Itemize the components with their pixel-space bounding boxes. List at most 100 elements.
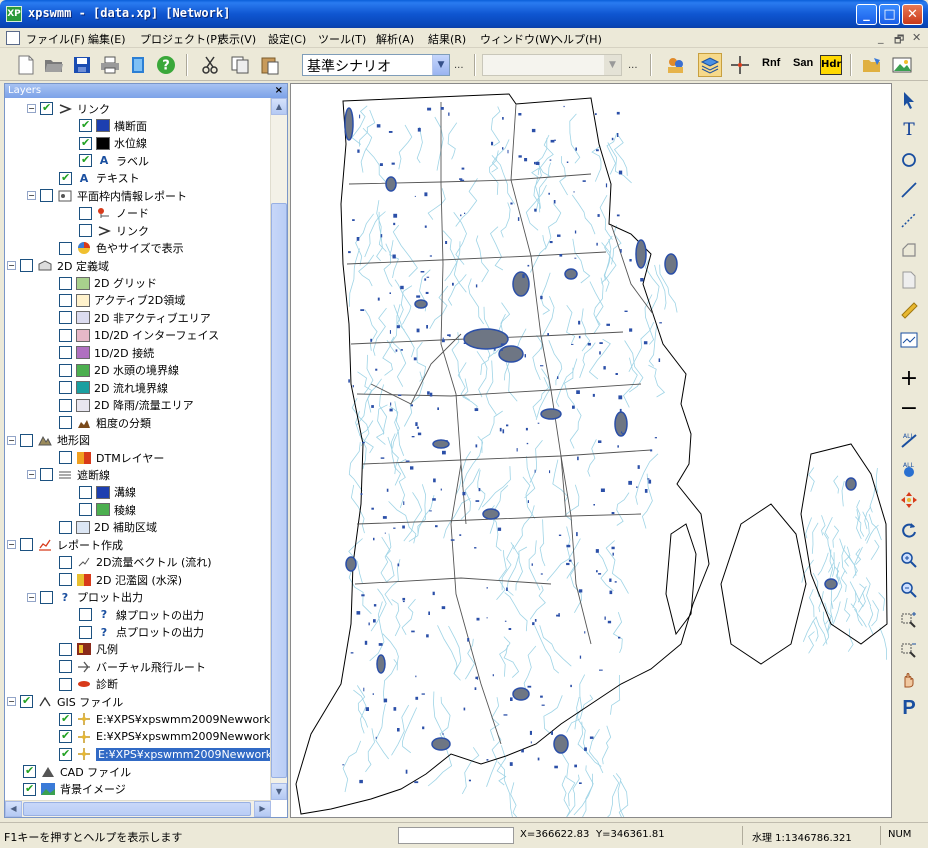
layer-checkbox[interactable]: [59, 293, 72, 307]
hdr-button[interactable]: Hdr: [820, 55, 842, 75]
document-icon[interactable]: [6, 31, 20, 45]
secondary-more-button[interactable]: ...: [628, 60, 638, 71]
layer-node[interactable]: アクティブ2D領域: [59, 292, 185, 309]
zoom-all-extent-icon[interactable]: ALL: [897, 459, 921, 481]
layer-checkbox[interactable]: [20, 259, 33, 273]
layer-checkbox[interactable]: [79, 153, 92, 168]
layers-panel-close-button[interactable]: ×: [275, 84, 283, 98]
layer-checkbox[interactable]: [23, 764, 36, 779]
tree-collapse-icon[interactable]: −: [27, 104, 36, 113]
layer-node[interactable]: CAD ファイル: [23, 763, 131, 780]
layer-checkbox[interactable]: [59, 747, 72, 761]
mdi-restore-button[interactable]: 🗗: [894, 31, 904, 50]
profile-icon[interactable]: [897, 329, 921, 351]
layer-checkbox[interactable]: [59, 573, 72, 587]
layer-checkbox[interactable]: [79, 608, 92, 622]
menu-help[interactable]: ヘルプ(H): [552, 31, 602, 47]
book-icon[interactable]: [126, 53, 150, 77]
layer-node[interactable]: 2D 氾濫図 (水深): [59, 571, 182, 588]
menu-view[interactable]: 表示(V): [218, 31, 256, 47]
save-icon[interactable]: [70, 53, 94, 77]
layer-checkbox[interactable]: [59, 660, 72, 674]
layer-node[interactable]: −? プロット出力: [27, 589, 143, 606]
layer-node[interactable]: − リンク: [27, 100, 110, 117]
layer-node[interactable]: 2D流量ベクトル (流れ): [59, 554, 212, 571]
layer-node[interactable]: リンク: [79, 222, 149, 239]
new-file-icon[interactable]: [14, 53, 38, 77]
layer-node[interactable]: E:¥XPS¥xpswmm2009Newwork¥14 -: [59, 746, 271, 763]
layer-node[interactable]: E:¥XPS¥xpswmm2009Newwork¥14 -: [59, 728, 271, 745]
chevron-down-icon[interactable]: ▼: [432, 55, 449, 75]
zoom-window-in-icon[interactable]: [897, 609, 921, 631]
layer-node[interactable]: − レポート作成: [7, 536, 123, 553]
mdi-minimize-button[interactable]: _: [878, 31, 884, 44]
scroll-down-icon[interactable]: ▼: [271, 783, 287, 800]
crosshair-icon[interactable]: [728, 53, 752, 77]
layer-node[interactable]: 水位線: [79, 135, 147, 152]
scroll-left-icon[interactable]: ◀: [5, 801, 22, 817]
layer-checkbox[interactable]: [59, 311, 72, 325]
layer-checkbox[interactable]: [20, 694, 33, 709]
layer-checkbox[interactable]: [79, 503, 92, 517]
layers-icon[interactable]: [698, 53, 722, 77]
zoom-in-icon[interactable]: [897, 549, 921, 571]
layer-checkbox[interactable]: [59, 642, 72, 656]
mdi-close-button[interactable]: ✕: [912, 31, 921, 44]
select-pointer-icon[interactable]: [897, 89, 921, 111]
refresh-icon[interactable]: [897, 519, 921, 541]
secondary-select[interactable]: ▼: [482, 54, 622, 76]
scroll-right-icon[interactable]: ▶: [254, 801, 271, 817]
layer-node[interactable]: ? 線プロットの出力: [79, 606, 204, 623]
layers-vertical-scrollbar[interactable]: ▲ ▼: [270, 98, 287, 800]
menu-window[interactable]: ウィンドウ(W): [480, 31, 554, 47]
layer-checkbox[interactable]: [59, 241, 72, 255]
network-map[interactable]: [291, 84, 892, 818]
menu-edit[interactable]: 編集(E): [88, 31, 126, 47]
layer-checkbox[interactable]: [59, 520, 72, 534]
menu-settings[interactable]: 設定(C): [268, 31, 306, 47]
print-icon[interactable]: [98, 53, 122, 77]
menu-project[interactable]: プロジェクト(P): [140, 31, 221, 47]
layer-checkbox[interactable]: [59, 729, 72, 744]
polyline-tool-icon[interactable]: [897, 209, 921, 231]
layer-node[interactable]: − 遮断線: [27, 466, 110, 483]
pan-tool-icon[interactable]: P: [897, 697, 921, 719]
layer-node[interactable]: 2D 水頭の境界線: [59, 362, 179, 379]
tree-collapse-icon[interactable]: −: [27, 592, 36, 602]
layer-node[interactable]: 2D 補助区域: [59, 519, 157, 536]
restore-button[interactable]: □: [879, 4, 900, 25]
layer-node[interactable]: 稜線: [79, 501, 136, 518]
layer-checkbox[interactable]: [79, 625, 92, 639]
help-icon[interactable]: ?: [154, 53, 178, 77]
zoom-minus-button[interactable]: −: [897, 396, 921, 421]
zoom-window-out-icon[interactable]: [897, 639, 921, 661]
circle-tool-icon[interactable]: [897, 149, 921, 171]
layer-checkbox[interactable]: [79, 485, 92, 499]
layer-node[interactable]: A テキスト: [59, 170, 140, 187]
cut-icon[interactable]: [198, 53, 222, 77]
zoom-plus-button[interactable]: +: [897, 366, 921, 391]
layer-node[interactable]: 凡例: [59, 641, 118, 658]
rnf-button[interactable]: Rnf: [762, 57, 780, 69]
layer-checkbox[interactable]: [20, 538, 33, 552]
layer-checkbox[interactable]: [59, 398, 72, 412]
layer-checkbox[interactable]: [59, 328, 72, 342]
layer-checkbox[interactable]: [40, 468, 53, 482]
scroll-thumb[interactable]: [23, 802, 251, 816]
menu-tools[interactable]: ツール(T): [318, 31, 366, 47]
menu-results[interactable]: 結果(R): [428, 31, 466, 47]
layer-checkbox[interactable]: [40, 101, 53, 115]
layer-node[interactable]: 2D グリッド: [59, 275, 157, 292]
layer-checkbox[interactable]: [59, 381, 72, 395]
image-icon[interactable]: [890, 53, 914, 77]
layer-node[interactable]: 1D/2D 接続: [59, 344, 154, 361]
menu-file[interactable]: ファイル(F): [26, 31, 85, 47]
layer-checkbox[interactable]: [20, 433, 33, 447]
layer-node[interactable]: 溝線: [79, 484, 136, 501]
layer-node[interactable]: − 地形図: [7, 432, 90, 449]
layer-node[interactable]: 1D/2D インターフェイス: [59, 327, 219, 344]
map-view[interactable]: [290, 83, 892, 818]
tree-collapse-icon[interactable]: −: [7, 261, 16, 271]
layer-node[interactable]: 色やサイズで表示: [59, 240, 184, 257]
layer-checkbox[interactable]: [59, 416, 72, 430]
